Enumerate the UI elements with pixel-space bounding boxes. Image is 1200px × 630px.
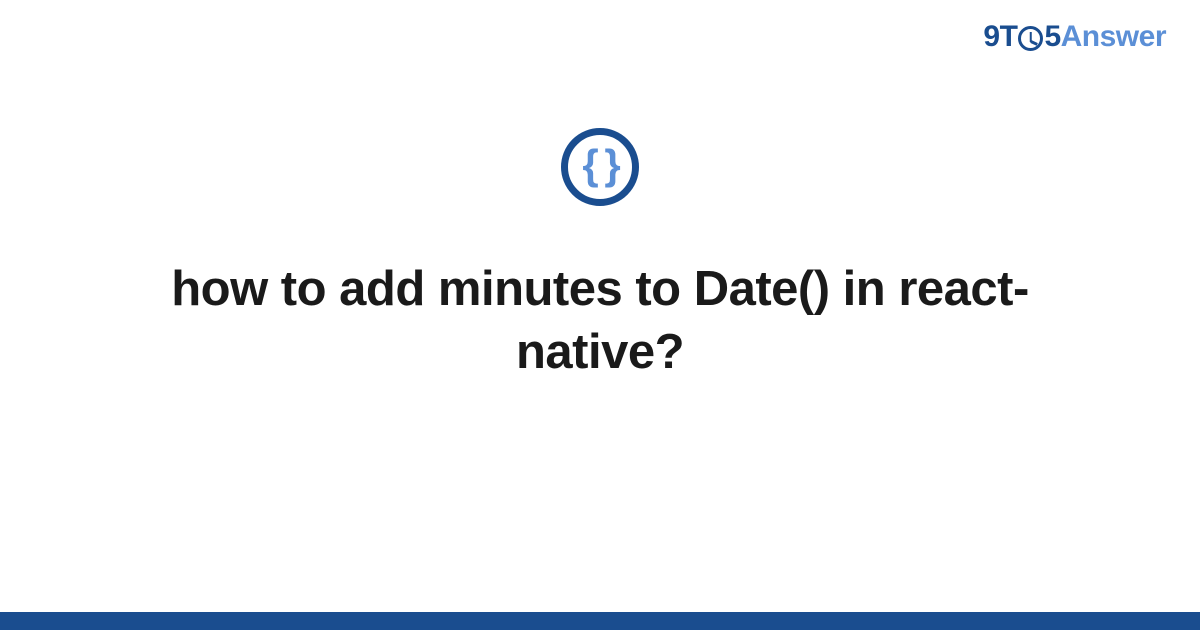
logo-text-5: 5 xyxy=(1044,22,1060,52)
clock-icon xyxy=(1018,26,1043,51)
logo-text-answer: Answer xyxy=(1061,22,1166,52)
site-logo: 9T 5 Answer xyxy=(983,22,1166,52)
code-braces-icon: { } xyxy=(561,128,639,206)
logo-text-9t: 9T xyxy=(983,22,1017,52)
footer-accent-bar xyxy=(0,612,1200,630)
braces-glyph: { } xyxy=(582,144,617,186)
question-title: how to add minutes to Date() in react-na… xyxy=(140,258,1060,383)
main-content: { } how to add minutes to Date() in reac… xyxy=(0,128,1200,383)
